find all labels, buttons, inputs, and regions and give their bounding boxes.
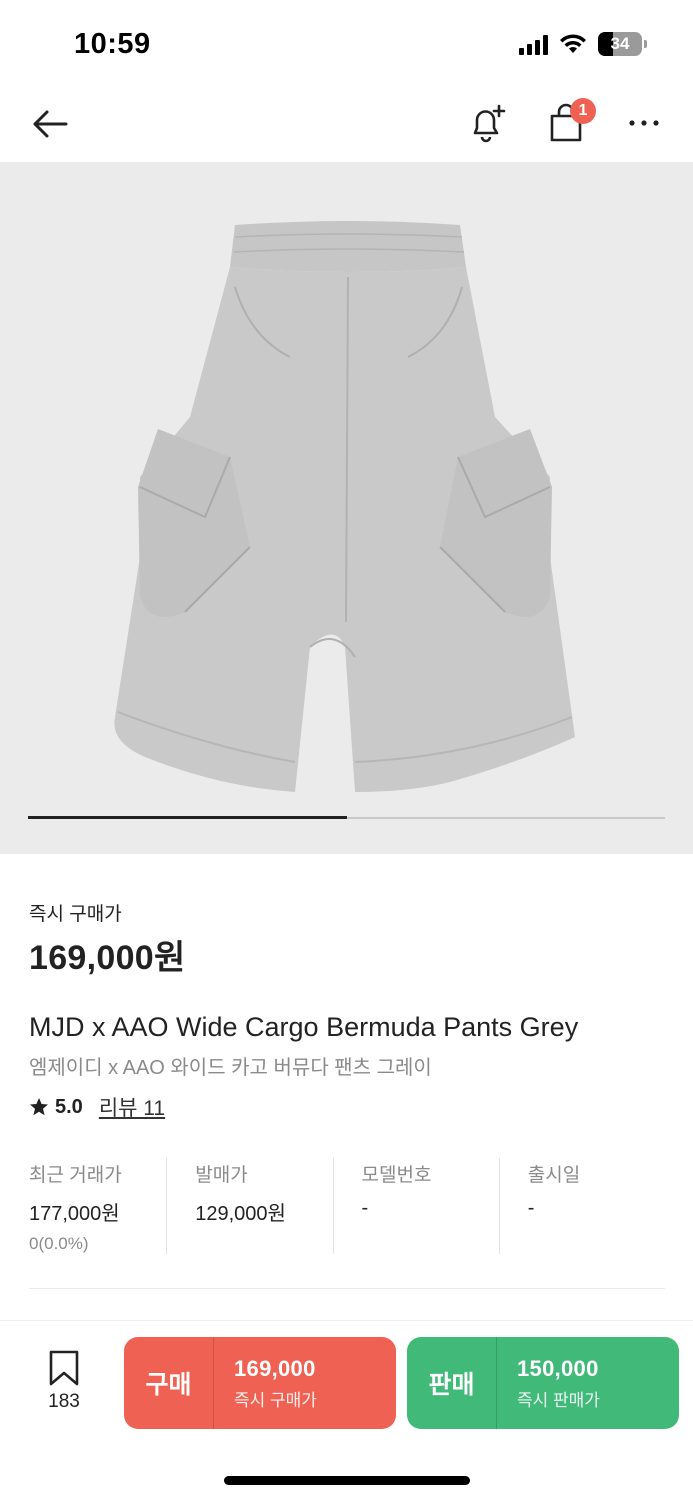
status-bar: 10:59 34 <box>0 0 693 90</box>
buy-button[interactable]: 구매 169,000 즉시 구매가 <box>124 1337 396 1429</box>
cart-button[interactable]: 1 <box>542 98 596 146</box>
info-model-number: 모델번호 - <box>332 1158 499 1254</box>
info-label: 출시일 <box>527 1165 581 1186</box>
info-release-price: 발매가 129,000원 <box>166 1158 332 1254</box>
wishlist-button[interactable]: 183 <box>36 1349 92 1413</box>
rating-value: 5.0 <box>55 1095 83 1118</box>
battery-icon: 34 <box>598 32 647 56</box>
star-icon <box>30 1098 48 1116</box>
info-recent-price: 최근 거래가 177,000원 0(0.0%) <box>29 1158 166 1254</box>
section-divider <box>29 1288 665 1289</box>
info-label: 발매가 <box>195 1165 248 1186</box>
sell-price: 150,000 <box>517 1355 599 1381</box>
product-image <box>114 221 575 792</box>
info-value: - <box>361 1197 369 1219</box>
product-title-korean: 엠제이디 x AAO 와이드 카고 버뮤다 팬츠 그레이 <box>29 1057 432 1079</box>
info-change: 0(0.0%) <box>29 1234 89 1253</box>
buy-sub-label: 즉시 구매가 <box>234 1390 317 1410</box>
notification-button[interactable] <box>464 100 510 146</box>
info-value: 177,000원 <box>29 1203 120 1225</box>
carousel-pager <box>28 816 665 819</box>
info-label: 모델번호 <box>361 1165 432 1186</box>
more-button[interactable] <box>622 100 666 146</box>
status-time: 10:59 <box>74 28 151 60</box>
notification-add-icon <box>473 104 506 143</box>
back-button[interactable] <box>26 102 74 146</box>
info-value: 129,000원 <box>195 1203 286 1225</box>
wishlist-count: 183 <box>48 1391 80 1412</box>
product-info-grid: 최근 거래가 177,000원 0(0.0%) 발매가 129,000원 모델번… <box>29 1158 665 1254</box>
product-image-carousel[interactable] <box>0 162 693 854</box>
price-value: 169,000원 <box>29 939 186 977</box>
info-label: 최근 거래가 <box>29 1165 122 1186</box>
home-indicator <box>224 1476 470 1485</box>
carousel-pager-active <box>28 816 347 819</box>
top-nav: 1 <box>0 90 693 162</box>
bookmark-icon <box>49 1350 79 1386</box>
sell-label: 판매 <box>407 1337 497 1429</box>
review-link[interactable]: 리뷰 11 <box>99 1092 165 1122</box>
more-icon <box>629 120 659 126</box>
info-release-date: 출시일 - <box>498 1158 665 1254</box>
wifi-icon <box>560 34 586 53</box>
signal-icon <box>519 33 548 55</box>
status-icons: 34 <box>519 32 647 56</box>
battery-level: 34 <box>610 34 630 53</box>
sell-button[interactable]: 판매 150,000 즉시 판매가 <box>407 1337 679 1429</box>
price-label: 즉시 구매가 <box>29 904 122 925</box>
rating-row: 5.0 리뷰 11 <box>29 1092 165 1122</box>
back-arrow-icon <box>33 110 68 138</box>
info-value: - <box>527 1197 535 1219</box>
buy-label: 구매 <box>124 1337 214 1429</box>
sell-sub-label: 즉시 판매가 <box>517 1390 600 1410</box>
cart-badge: 1 <box>570 98 596 124</box>
product-title: MJD x AAO Wide Cargo Bermuda Pants Grey <box>29 1012 579 1042</box>
buy-price: 169,000 <box>234 1355 316 1381</box>
bottom-action-bar: 183 구매 169,000 즉시 구매가 판매 150,000 즉시 판매가 <box>0 1320 693 1500</box>
